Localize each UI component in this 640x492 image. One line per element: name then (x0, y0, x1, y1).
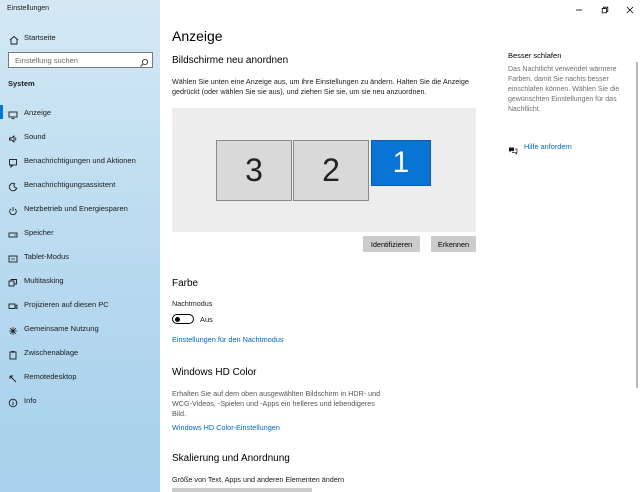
close-button[interactable] (625, 2, 635, 14)
monitor-1-selected[interactable]: 1 (371, 140, 431, 186)
sidebar-item-projizieren[interactable]: Projizieren auf diesen PC (0, 292, 160, 316)
tablet-icon (8, 251, 18, 263)
sidebar-item-label: Benachrichtigungsassistent (24, 180, 116, 189)
chat-help-icon (508, 142, 518, 155)
arrange-desc-1: Wählen Sie unten eine Anzeige aus, um ih… (172, 77, 469, 86)
page-title: Anzeige (172, 28, 223, 44)
close-icon (626, 6, 634, 14)
sidebar-item-label: Sound (24, 132, 46, 141)
project-icon (8, 299, 18, 310)
detect-button[interactable]: Erkennen (431, 236, 476, 252)
sidebar-item-zwischenablage[interactable]: Zwischenablage (0, 340, 160, 364)
sidebar-item-speicher[interactable]: Speicher (0, 220, 160, 244)
multitasking-icon (8, 275, 18, 287)
sidebar-item-multitasking[interactable]: Multitasking (0, 268, 160, 292)
hdr-settings-link[interactable]: Windows HD Color-Einstellungen (172, 423, 280, 432)
hdr-desc-3: Bild. (172, 409, 186, 418)
sidebar-item-label: Multitasking (24, 276, 64, 285)
maximize-button[interactable] (600, 2, 610, 14)
aside-heading: Besser schlafen (508, 51, 562, 60)
search-input[interactable]: Einstellung suchen (8, 52, 153, 68)
sidebar-item-label: Info (24, 396, 37, 405)
aside-line-5: Nachtlicht. (508, 106, 541, 113)
storage-icon (8, 227, 18, 238)
scale-heading: Skalierung und Anordnung (172, 453, 290, 464)
night-mode-label: Nachtmodus (172, 299, 213, 308)
clipboard-icon (8, 347, 18, 360)
home-button[interactable]: Startseite (0, 27, 160, 47)
sidebar: Einstellungen Startseite Einstellung suc… (0, 0, 160, 492)
sidebar-item-label: Zwischenablage (24, 348, 79, 357)
sidebar-nav: Anzeige Sound Benachrichtigungen und Akt… (0, 100, 160, 412)
night-mode-toggle[interactable] (172, 314, 194, 324)
aside-line-2: Farben, damit Sie nachts besser (508, 76, 609, 83)
night-mode-state: Aus (200, 315, 213, 324)
scale-dropdown[interactable] (172, 488, 312, 492)
hdr-heading: Windows HD Color (172, 367, 257, 378)
sidebar-item-netzbetrieb[interactable]: Netzbetrieb und Energiesparen (0, 196, 160, 220)
remote-icon (8, 371, 18, 383)
toggle-knob (175, 316, 180, 322)
sidebar-item-label: Anzeige (24, 108, 52, 117)
aside-line-1: Das Nachtlicht verwendet wärmere (508, 66, 617, 73)
minimize-icon (576, 9, 582, 11)
hdr-desc-1: Erhalten Sie auf dem oben ausgewählten B… (172, 389, 381, 398)
home-icon (9, 32, 19, 45)
monitor-icon (8, 107, 18, 120)
sidebar-item-anzeige[interactable]: Anzeige (0, 100, 160, 124)
info-icon (8, 395, 18, 408)
search-placeholder: Einstellung suchen (15, 56, 78, 65)
sidebar-item-info[interactable]: Info (0, 388, 160, 412)
restore-icon (601, 6, 609, 14)
hdr-desc-2: WCG-Videos, -Spielen und -Apps ein helle… (172, 399, 375, 408)
sidebar-item-gemeinsame-nutzung[interactable]: Gemeinsame Nutzung (0, 316, 160, 340)
window-title: Einstellungen (7, 5, 50, 12)
sidebar-item-sound[interactable]: Sound (0, 124, 160, 148)
help-link[interactable]: Hilfe anfordern (508, 142, 572, 155)
sidebar-item-label: Projizieren auf diesen PC (24, 300, 109, 309)
minimize-button[interactable] (574, 2, 584, 12)
speaker-icon (8, 131, 18, 143)
monitor-2[interactable]: 2 (293, 140, 369, 201)
aside-line-3: einschlafen können. Wählen Sie die (508, 86, 620, 93)
arrange-heading: Bildschirme neu anordnen (172, 55, 289, 66)
sidebar-item-label: Gemeinsame Nutzung (24, 324, 99, 333)
sidebar-item-label: Netzbetrieb und Energiesparen (24, 204, 128, 213)
power-icon (8, 203, 18, 216)
home-label: Startseite (24, 33, 56, 42)
sidebar-item-label: Remotedesktop (24, 372, 77, 381)
display-arrangement-area[interactable]: 3 2 1 (172, 108, 476, 232)
sidebar-item-remotedesktop[interactable]: Remotedesktop (0, 364, 160, 388)
arrange-desc-2: gedrückt (oder wählen Sie sie aus), und … (172, 87, 427, 96)
sidebar-item-label: Speicher (24, 228, 54, 237)
sidebar-item-tablet-modus[interactable]: Tablet-Modus (0, 244, 160, 268)
sidebar-item-label: Tablet-Modus (24, 252, 70, 261)
search-icon[interactable] (139, 55, 149, 67)
scrollbar[interactable] (636, 62, 638, 388)
sidebar-item-benachrichtigungsassistent[interactable]: Benachrichtigungsassistent (0, 172, 160, 196)
notification-icon (8, 155, 18, 169)
aside-text: Das Nachtlicht verwendet wärmere Farben,… (508, 65, 628, 115)
sidebar-item-benachrichtigungen[interactable]: Benachrichtigungen und Aktionen (0, 148, 160, 172)
night-mode-settings-link[interactable]: Einstellungen für den Nachtmodus (172, 335, 284, 344)
share-icon (8, 323, 18, 335)
help-label: Hilfe anfordern (524, 142, 572, 151)
section-heading: System (8, 79, 35, 88)
color-heading: Farbe (172, 278, 199, 289)
sidebar-item-label: Benachrichtigungen und Aktionen (24, 156, 136, 165)
moon-icon (8, 179, 18, 192)
scale-subheading: Größe von Text, Apps und anderen Element… (172, 475, 345, 484)
aside-line-4: gewünschten Einstellungen für das (508, 96, 617, 103)
identify-button[interactable]: Identifizieren (363, 236, 420, 252)
monitor-3[interactable]: 3 (216, 140, 292, 201)
